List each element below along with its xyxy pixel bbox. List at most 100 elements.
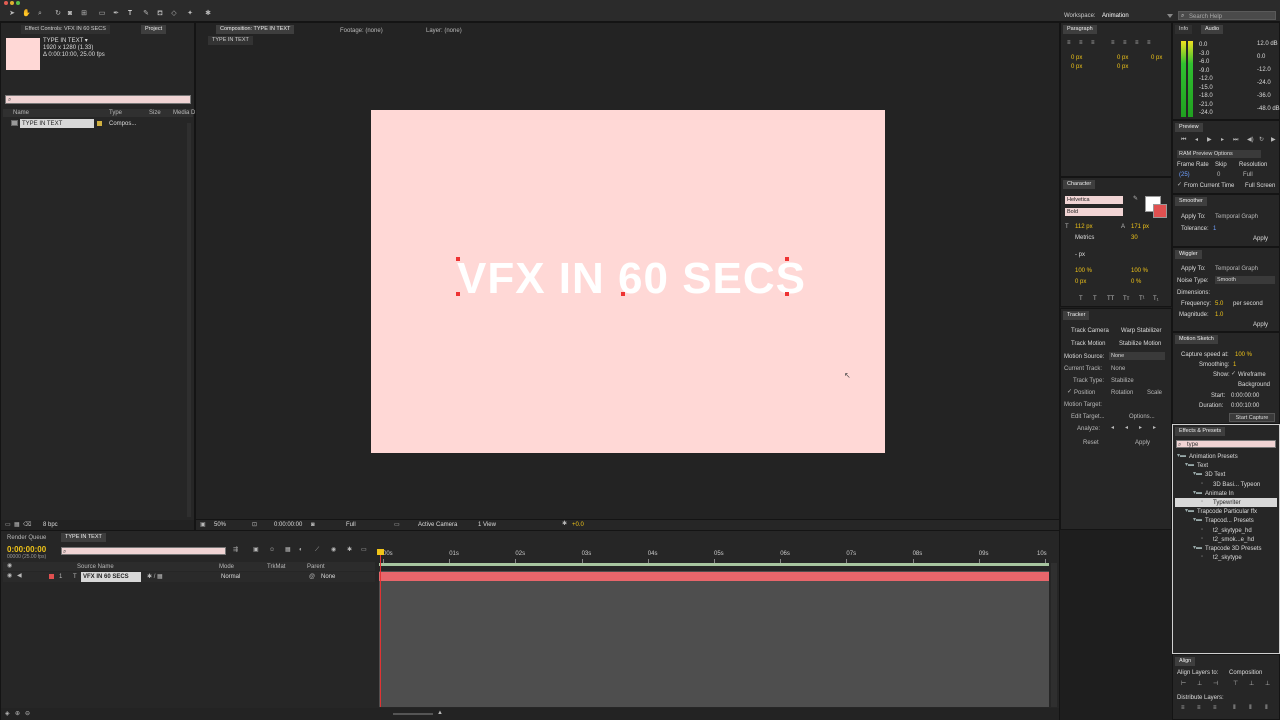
space-after-value[interactable]: 0 px — [1117, 64, 1128, 70]
effects-tree-item[interactable]: ▫ t2_skytype_hd — [1175, 526, 1277, 535]
eraser-tool-icon[interactable]: ◇ — [170, 10, 178, 18]
type-tool-icon[interactable]: T — [126, 10, 134, 18]
font-style-select[interactable]: Bold — [1065, 208, 1123, 216]
align-to-select[interactable]: Composition — [1229, 670, 1262, 676]
brush-tool-icon[interactable]: ✎ — [142, 10, 150, 18]
resolution-select[interactable]: Full — [346, 522, 356, 528]
layer-switches-icon[interactable]: ✱ / ▦ — [147, 574, 163, 580]
from-current-checkbox[interactable]: ✓ — [1177, 182, 1182, 188]
sketch-duration-value[interactable]: 0:00:10:00 — [1231, 403, 1259, 409]
justify-right-icon[interactable]: ≡ — [1135, 40, 1139, 46]
auto-keyframe-icon[interactable]: ◉ — [331, 547, 336, 553]
text-anchor-handle[interactable] — [621, 292, 625, 296]
exposure-icon[interactable]: ✱ — [562, 521, 567, 527]
align-right-edges-icon[interactable]: ⊣ — [1213, 681, 1218, 687]
col-source-name[interactable]: Source Name — [77, 564, 114, 570]
justify-center-icon[interactable]: ≡ — [1123, 40, 1127, 46]
puppet-tool-icon[interactable]: ✱ — [204, 10, 212, 18]
shy-layers-icon[interactable]: ☺ — [269, 547, 275, 553]
justify-all-icon[interactable]: ≡ — [1147, 40, 1151, 46]
tab-paragraph[interactable]: Paragraph — [1063, 25, 1097, 34]
effects-tree-item[interactable]: ▾▬ Animate In — [1175, 489, 1277, 498]
tolerance-value[interactable]: 1 — [1213, 226, 1216, 232]
viewer-timecode[interactable]: 0:00:00:00 — [274, 522, 302, 528]
rectangle-tool-icon[interactable]: ▭ — [98, 10, 106, 18]
viewer-breadcrumb[interactable]: TYPE IN TEXT — [208, 36, 253, 45]
last-frame-icon[interactable]: ⏭ — [1233, 137, 1238, 143]
smoother-apply-to-value[interactable]: Temporal Graph — [1215, 214, 1258, 220]
align-left-edges-icon[interactable]: ⊢ — [1181, 681, 1186, 687]
analyze-fwd-frame-icon[interactable]: ▸ — [1153, 425, 1156, 431]
track-camera-button[interactable]: Track Camera — [1071, 328, 1109, 334]
new-comp-icon[interactable]: ▦ — [14, 522, 20, 528]
wiggler-apply-to-value[interactable]: Temporal Graph — [1215, 266, 1258, 272]
wireframe-checkbox[interactable]: ✓ — [1231, 371, 1236, 377]
subscript-icon[interactable]: T₁ — [1153, 296, 1159, 302]
text-anchor-handle[interactable] — [456, 292, 460, 296]
ram-preview-options-select[interactable]: RAM Preview Options — [1177, 150, 1261, 158]
work-area-bar[interactable] — [379, 563, 1049, 566]
col-name-header[interactable]: Name — [13, 110, 29, 116]
smoothing-value[interactable]: 1 — [1233, 362, 1236, 368]
trash-icon[interactable]: ⌫ — [23, 522, 31, 528]
stroke-width-value[interactable]: - px — [1075, 252, 1085, 258]
effects-tree-item[interactable]: ▫ 3D Basi... Typeon — [1175, 480, 1277, 489]
visibility-eye-icon[interactable]: ◉ — [7, 573, 12, 579]
reset-button[interactable]: Reset — [1083, 440, 1099, 446]
hand-tool-icon[interactable]: ✋ — [22, 10, 31, 18]
window-max-dot[interactable] — [16, 1, 20, 5]
motion-blur-icon[interactable]: ◐ — [299, 547, 303, 553]
font-size-value[interactable]: 112 px — [1075, 224, 1093, 230]
workspace-chevron-icon[interactable] — [1167, 14, 1173, 18]
layer-parent-select[interactable]: None — [321, 574, 335, 580]
loop-icon[interactable]: ↻ — [1259, 137, 1264, 143]
indent-right-value[interactable]: 0 px — [1117, 55, 1128, 61]
layer-label-color[interactable] — [49, 574, 54, 579]
current-time-indicator[interactable] — [380, 549, 381, 707]
analyze-backward-icon[interactable]: ◂ — [1111, 425, 1114, 431]
distribute-right-icon[interactable]: ⦀ — [1265, 705, 1268, 711]
wiggler-apply-button[interactable]: Apply — [1253, 322, 1268, 328]
effects-tree-item[interactable]: ▾▬ Animation Presets — [1175, 452, 1277, 461]
motion-source-select[interactable]: None — [1109, 352, 1165, 360]
align-top-edges-icon[interactable]: ⊤ — [1233, 681, 1238, 687]
zoom-in-icon[interactable]: ▲ — [437, 710, 443, 716]
ram-preview-icon[interactable]: ▶ — [1271, 137, 1276, 143]
current-time-handle[interactable] — [377, 549, 384, 555]
effects-search-input[interactable]: ⌕ type — [1176, 440, 1276, 448]
options-button[interactable]: Options... — [1129, 414, 1155, 420]
distribute-top-icon[interactable]: ≡ — [1181, 705, 1185, 711]
leading-value[interactable]: 171 px — [1131, 224, 1149, 230]
time-ruler[interactable]: 00s 01s 02s 03s 04s 05s 06s 07s 08s 09s 10s — [379, 549, 1049, 563]
comp-mini-flowchart-icon[interactable]: ⇶ — [233, 547, 238, 553]
sketch-start-value[interactable]: 0:00:00:00 — [1231, 393, 1259, 399]
tab-render-queue[interactable]: Render Queue — [7, 535, 46, 541]
effects-tree-item[interactable]: ▾▬ Text — [1175, 461, 1277, 470]
track-motion-button[interactable]: Track Motion — [1071, 341, 1105, 347]
kerning-value[interactable]: Metrics — [1075, 235, 1094, 241]
distribute-left-icon[interactable]: ⦀ — [1233, 705, 1236, 711]
tab-preview[interactable]: Preview — [1175, 123, 1203, 132]
text-anchor-handle[interactable] — [785, 292, 789, 296]
all-caps-icon[interactable]: TT — [1107, 296, 1114, 302]
col-mode[interactable]: Mode — [219, 564, 234, 570]
tab-footage[interactable]: Footage: (none) — [340, 28, 383, 34]
effects-tree-item[interactable]: ▫ t2_smok...e_hd — [1175, 535, 1277, 544]
prev-frame-icon[interactable]: ◂ — [1195, 137, 1198, 143]
play-icon[interactable]: ▶ — [1207, 137, 1212, 143]
search-help-field[interactable]: ⌕ Search Help — [1178, 11, 1276, 20]
capture-speed-value[interactable]: 100 % — [1235, 352, 1252, 358]
layer-mode-select[interactable]: Normal — [221, 574, 240, 580]
views-select[interactable]: 1 View — [478, 522, 496, 528]
warp-stabilizer-button[interactable]: Warp Stabilizer — [1121, 328, 1161, 334]
distribute-v-center-icon[interactable]: ≡ — [1197, 705, 1201, 711]
tab-smoother[interactable]: Smoother — [1175, 197, 1207, 206]
frame-rate-value[interactable]: (25) — [1179, 172, 1190, 178]
col-parent[interactable]: Parent — [307, 564, 325, 570]
analyze-back-frame-icon[interactable]: ◂ — [1125, 425, 1128, 431]
zoom-slider[interactable] — [393, 713, 433, 715]
edit-target-button[interactable]: Edit Target... — [1071, 414, 1105, 420]
tab-layer[interactable]: Layer: (none) — [426, 28, 462, 34]
resolution-value[interactable]: Full — [1243, 172, 1253, 178]
frame-blending-icon[interactable]: ▦ — [285, 547, 291, 553]
